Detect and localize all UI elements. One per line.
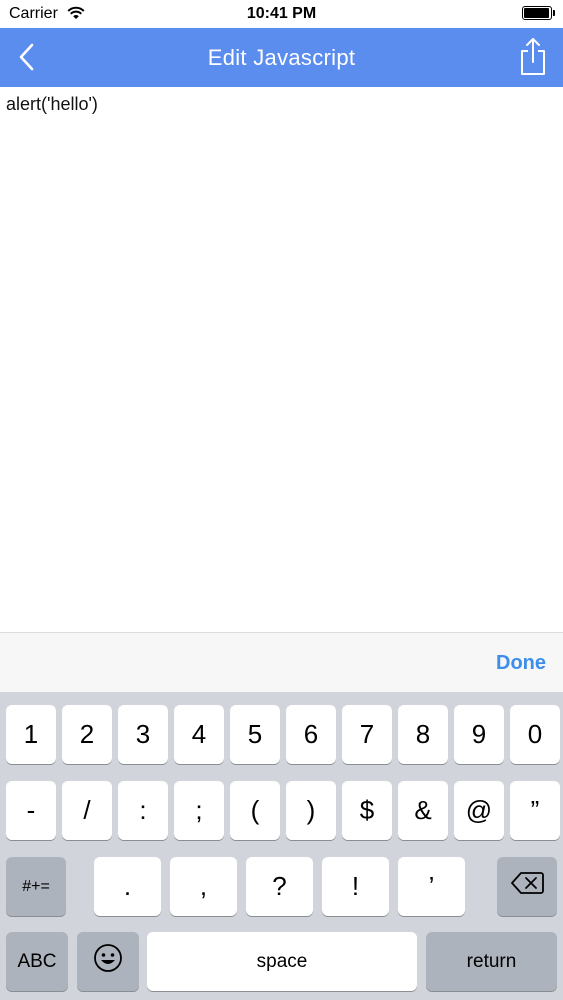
delete-key[interactable] xyxy=(497,857,557,916)
key-close-paren[interactable]: ) xyxy=(286,781,336,840)
backspace-icon xyxy=(510,871,544,902)
key-6[interactable]: 6 xyxy=(286,705,336,764)
key-9[interactable]: 9 xyxy=(454,705,504,764)
abc-key[interactable]: ABC xyxy=(6,932,68,991)
page-title: Edit Javascript xyxy=(207,45,356,70)
key-5[interactable]: 5 xyxy=(230,705,280,764)
key-comma[interactable]: , xyxy=(170,857,237,916)
done-button[interactable]: Done xyxy=(496,652,546,675)
key-semicolon[interactable]: ; xyxy=(174,781,224,840)
keyboard: 1 2 3 4 5 6 7 8 9 0 - / : ; ( ) $ & @ ” … xyxy=(0,692,563,1000)
key-hyphen[interactable]: - xyxy=(6,781,56,840)
status-bar: Carrier 10:41 PM xyxy=(0,0,563,28)
key-period[interactable]: . xyxy=(94,857,161,916)
key-at[interactable]: @ xyxy=(454,781,504,840)
key-exclamation[interactable]: ! xyxy=(322,857,389,916)
key-8[interactable]: 8 xyxy=(398,705,448,764)
key-4[interactable]: 4 xyxy=(174,705,224,764)
nav-bar: Edit Javascript xyxy=(0,28,563,87)
keyboard-accessory-bar: Done xyxy=(0,632,563,692)
key-apostrophe[interactable]: ’ xyxy=(398,857,465,916)
key-colon[interactable]: : xyxy=(118,781,168,840)
share-icon xyxy=(517,38,549,80)
emoji-key[interactable] xyxy=(77,932,139,991)
return-key[interactable]: return xyxy=(426,932,557,991)
key-open-paren[interactable]: ( xyxy=(230,781,280,840)
key-0[interactable]: 0 xyxy=(510,705,560,764)
key-1[interactable]: 1 xyxy=(6,705,56,764)
share-button[interactable] xyxy=(517,36,549,76)
clock-time: 10:41 PM xyxy=(246,5,317,22)
key-2[interactable]: 2 xyxy=(62,705,112,764)
key-7[interactable]: 7 xyxy=(342,705,392,764)
key-3[interactable]: 3 xyxy=(118,705,168,764)
key-slash[interactable]: / xyxy=(62,781,112,840)
battery-icon xyxy=(522,6,555,20)
editor-content[interactable]: alert('hello') xyxy=(6,94,98,115)
code-editor[interactable]: alert('hello') xyxy=(0,87,563,632)
symbols-mode-key[interactable]: #+= xyxy=(6,857,66,916)
key-question[interactable]: ? xyxy=(246,857,313,916)
key-dollar[interactable]: $ xyxy=(342,781,392,840)
key-quote[interactable]: ” xyxy=(510,781,560,840)
key-ampersand[interactable]: & xyxy=(398,781,448,840)
emoji-icon xyxy=(93,943,123,980)
space-key[interactable]: space xyxy=(147,932,417,991)
